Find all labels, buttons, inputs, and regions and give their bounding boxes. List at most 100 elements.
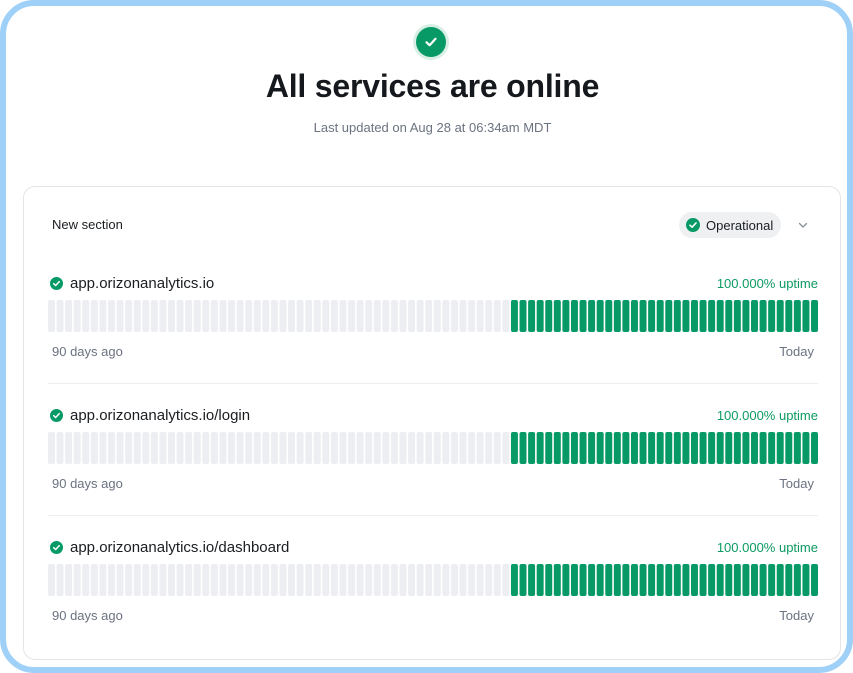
uptime-day-bar-no-data[interactable]	[125, 300, 133, 332]
uptime-day-bar-no-data[interactable]	[56, 300, 64, 332]
uptime-day-bar-operational[interactable]	[691, 300, 698, 332]
uptime-day-bar-no-data[interactable]	[99, 564, 107, 596]
uptime-day-bar-no-data[interactable]	[253, 300, 261, 332]
uptime-day-bar-no-data[interactable]	[236, 432, 244, 464]
uptime-day-bar-operational[interactable]	[570, 564, 578, 596]
uptime-day-bar-no-data[interactable]	[236, 564, 244, 596]
uptime-day-bar-no-data[interactable]	[313, 300, 321, 332]
uptime-day-bar-no-data[interactable]	[185, 432, 193, 464]
uptime-day-bar-no-data[interactable]	[99, 432, 107, 464]
uptime-day-bar-operational[interactable]	[759, 432, 767, 464]
uptime-day-bar-operational[interactable]	[545, 300, 553, 332]
uptime-day-bar-no-data[interactable]	[450, 564, 458, 596]
uptime-day-bar-no-data[interactable]	[450, 432, 458, 464]
uptime-day-bar-no-data[interactable]	[65, 300, 73, 332]
uptime-day-bar-operational[interactable]	[673, 300, 681, 332]
uptime-day-bar-no-data[interactable]	[459, 300, 467, 332]
uptime-day-bar-no-data[interactable]	[279, 300, 287, 332]
uptime-day-bar-no-data[interactable]	[476, 300, 484, 332]
uptime-day-bar-no-data[interactable]	[202, 564, 210, 596]
uptime-day-bar-no-data[interactable]	[125, 564, 133, 596]
uptime-day-bar-no-data[interactable]	[493, 564, 501, 596]
uptime-day-bar-no-data[interactable]	[450, 300, 458, 332]
uptime-day-bar-operational[interactable]	[553, 564, 561, 596]
uptime-day-bar-operational[interactable]	[570, 432, 578, 464]
uptime-day-bar-no-data[interactable]	[73, 564, 81, 596]
uptime-day-bar-no-data[interactable]	[219, 300, 227, 332]
uptime-day-bar-operational[interactable]	[656, 432, 664, 464]
uptime-day-bar-no-data[interactable]	[322, 300, 330, 332]
uptime-day-bar-no-data[interactable]	[193, 300, 201, 332]
uptime-day-bar-operational[interactable]	[699, 300, 707, 332]
uptime-day-bar-no-data[interactable]	[116, 432, 124, 464]
uptime-day-bar-no-data[interactable]	[133, 564, 141, 596]
uptime-day-bar-no-data[interactable]	[468, 432, 476, 464]
uptime-day-bar-no-data[interactable]	[219, 432, 227, 464]
uptime-day-bar-no-data[interactable]	[348, 564, 356, 596]
uptime-day-bar-operational[interactable]	[733, 432, 741, 464]
uptime-day-bar-operational[interactable]	[605, 432, 613, 464]
uptime-day-bar-operational[interactable]	[768, 564, 776, 596]
uptime-day-bar-no-data[interactable]	[442, 564, 450, 596]
uptime-day-bar-operational[interactable]	[708, 432, 716, 464]
uptime-day-bar-operational[interactable]	[536, 432, 544, 464]
uptime-day-bar-no-data[interactable]	[356, 564, 364, 596]
uptime-day-bar-no-data[interactable]	[108, 300, 115, 332]
uptime-day-bar-no-data[interactable]	[330, 432, 338, 464]
uptime-day-bar-operational[interactable]	[536, 300, 544, 332]
uptime-day-bar-operational[interactable]	[536, 564, 544, 596]
uptime-day-bar-no-data[interactable]	[142, 564, 150, 596]
uptime-day-bar-operational[interactable]	[562, 432, 570, 464]
uptime-day-bar-no-data[interactable]	[288, 432, 296, 464]
uptime-day-bar-no-data[interactable]	[48, 564, 55, 596]
uptime-day-bar-no-data[interactable]	[468, 300, 476, 332]
uptime-day-bar-no-data[interactable]	[245, 564, 253, 596]
uptime-day-bar-operational[interactable]	[562, 564, 570, 596]
uptime-day-bar-operational[interactable]	[528, 432, 536, 464]
uptime-day-bar-no-data[interactable]	[99, 300, 107, 332]
uptime-day-bar-operational[interactable]	[639, 564, 647, 596]
uptime-day-bar-operational[interactable]	[622, 432, 630, 464]
uptime-day-bar-operational[interactable]	[639, 300, 647, 332]
uptime-day-bar-operational[interactable]	[708, 300, 716, 332]
uptime-day-bar-operational[interactable]	[725, 564, 733, 596]
uptime-day-bar-operational[interactable]	[716, 432, 724, 464]
uptime-day-bar-no-data[interactable]	[245, 300, 253, 332]
uptime-day-bar-operational[interactable]	[596, 564, 604, 596]
uptime-day-bar-operational[interactable]	[785, 432, 793, 464]
uptime-day-bar-no-data[interactable]	[279, 432, 287, 464]
uptime-day-bar-no-data[interactable]	[365, 564, 373, 596]
uptime-day-bar-no-data[interactable]	[253, 432, 261, 464]
uptime-day-bar-operational[interactable]	[579, 432, 587, 464]
uptime-day-bar-no-data[interactable]	[493, 300, 501, 332]
uptime-day-bar-operational[interactable]	[510, 432, 518, 464]
uptime-day-bar-operational[interactable]	[793, 300, 801, 332]
uptime-day-bar-operational[interactable]	[768, 432, 776, 464]
uptime-day-bar-no-data[interactable]	[339, 432, 347, 464]
uptime-day-bar-no-data[interactable]	[296, 564, 304, 596]
uptime-day-bar-operational[interactable]	[622, 300, 630, 332]
uptime-day-bar-no-data[interactable]	[65, 432, 73, 464]
uptime-day-bar-no-data[interactable]	[210, 564, 218, 596]
uptime-day-bar-no-data[interactable]	[296, 432, 304, 464]
uptime-day-bar-no-data[interactable]	[159, 300, 167, 332]
service-name[interactable]: app.orizonanalytics.io	[70, 275, 214, 292]
uptime-day-bar-operational[interactable]	[776, 564, 784, 596]
uptime-day-bar-operational[interactable]	[519, 432, 527, 464]
uptime-day-bar-no-data[interactable]	[442, 432, 450, 464]
uptime-day-bar-operational[interactable]	[699, 564, 707, 596]
uptime-day-bar-no-data[interactable]	[502, 432, 510, 464]
uptime-day-bar-operational[interactable]	[785, 300, 793, 332]
uptime-day-bar-no-data[interactable]	[228, 300, 236, 332]
uptime-day-bar-operational[interactable]	[648, 564, 656, 596]
uptime-day-bar-no-data[interactable]	[348, 300, 356, 332]
uptime-day-bar-no-data[interactable]	[459, 564, 467, 596]
uptime-day-bar-no-data[interactable]	[262, 432, 270, 464]
uptime-day-bar-no-data[interactable]	[296, 300, 304, 332]
uptime-day-bar-no-data[interactable]	[210, 432, 218, 464]
uptime-day-bar-no-data[interactable]	[176, 300, 184, 332]
uptime-day-bar-operational[interactable]	[673, 564, 681, 596]
uptime-day-bar-no-data[interactable]	[228, 564, 236, 596]
uptime-day-bar-operational[interactable]	[682, 432, 690, 464]
uptime-day-bar-operational[interactable]	[613, 432, 621, 464]
